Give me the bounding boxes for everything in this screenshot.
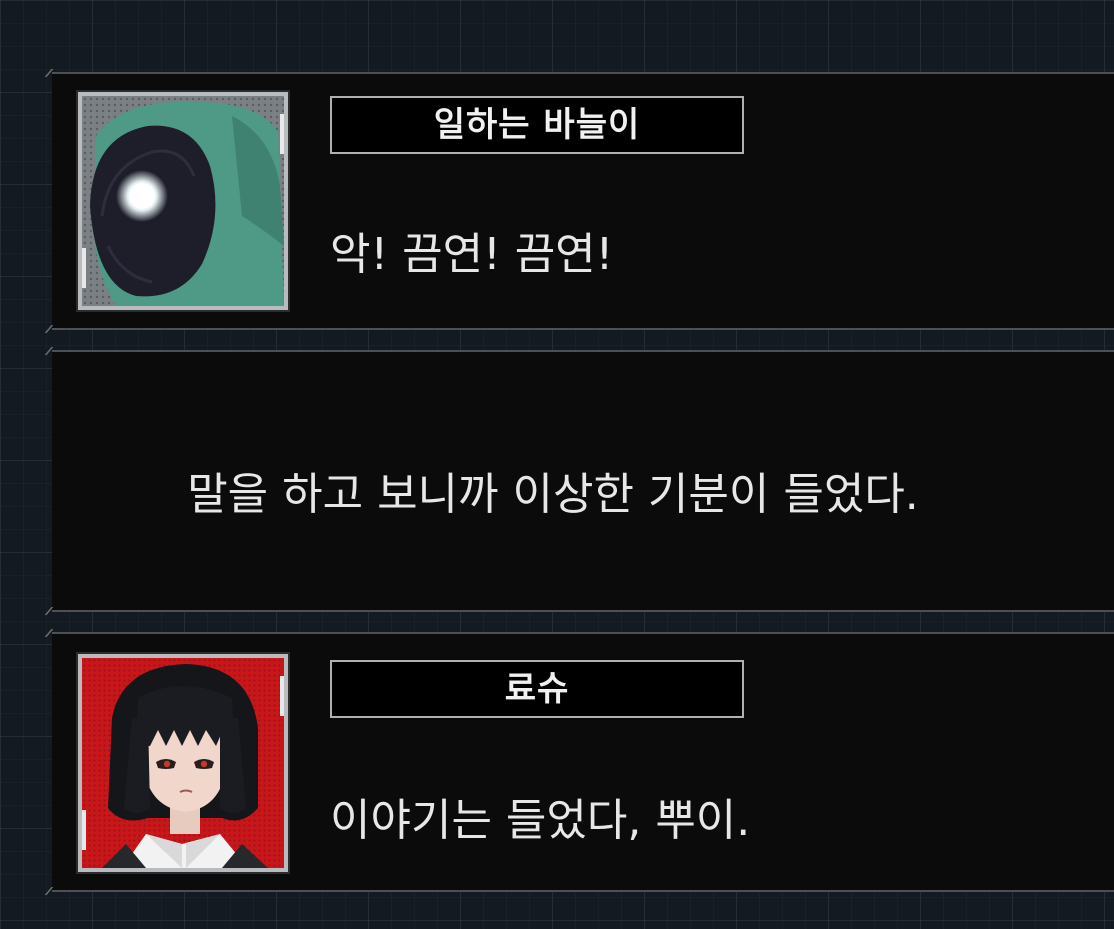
- hooded-figure-portrait-icon: [82, 96, 284, 306]
- dialogue-line: 악! 끔연! 끔연!: [330, 229, 614, 280]
- speaker-name: 료슈: [330, 660, 744, 718]
- dialogue-line: 이야기는 들었다, 뿌이.: [330, 795, 751, 846]
- dialogue-box-2[interactable]: 료슈 이야기는 들었다, 뿌이.: [44, 629, 1114, 895]
- speaker-portrait-needle-worker: [78, 92, 288, 310]
- frame-notch: [44, 347, 66, 355]
- dialogue-box-1[interactable]: 일하는 바늘이 악! 끔연! 끔연!: [44, 69, 1114, 333]
- frame-notch: [44, 887, 66, 895]
- frame-notch: [44, 69, 66, 77]
- frame-notch: [44, 325, 66, 333]
- narration-text: 말을 하고 보니까 이상한 기분이 들었다.: [187, 469, 919, 520]
- narration-box[interactable]: 말을 하고 보니까 이상한 기분이 들었다.: [44, 347, 1114, 615]
- speaker-name: 일하는 바늘이: [330, 96, 744, 154]
- ryoshu-portrait-icon: [82, 658, 284, 868]
- frame-notch: [44, 629, 66, 637]
- frame-notch: [44, 607, 66, 615]
- speaker-portrait-ryoshu: [78, 654, 288, 872]
